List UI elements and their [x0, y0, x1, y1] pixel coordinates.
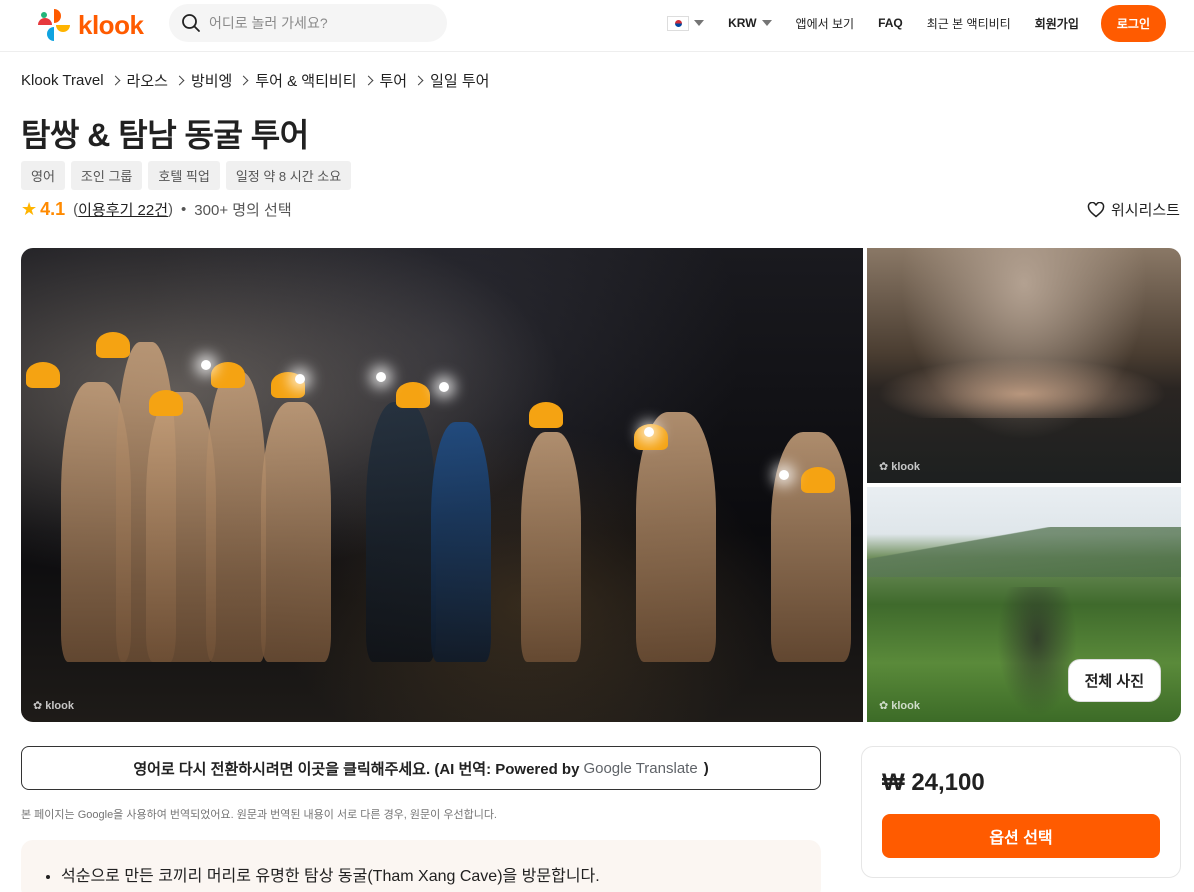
signup-link[interactable]: 회원가입	[1023, 15, 1091, 32]
breadcrumb-item[interactable]: 방비엥	[191, 70, 232, 91]
list-item: 석순으로 만든 코끼리 머리로 유명한 탐상 동굴(Tham Xang Cave…	[61, 862, 821, 886]
select-option-button[interactable]: 옵션 선택	[882, 814, 1160, 858]
watermark-text: klook	[891, 699, 920, 712]
tag-group: 조인 그룹	[70, 161, 143, 190]
chevron-right-icon	[363, 75, 373, 86]
chevron-down-icon	[761, 20, 772, 26]
cave-explorers-illustration	[21, 332, 863, 662]
breadcrumb-item[interactable]: 투어	[380, 70, 408, 91]
watermark: ✿ klook	[879, 699, 920, 713]
translate-close-paren: )	[703, 759, 709, 777]
rating-row: ★ 4.1 ( 이용후기 22건 ) • 300+ 명의 선택	[21, 199, 292, 220]
translate-toggle-button[interactable]: 영어로 다시 전환하시려면 이곳을 클릭해주세요. (AI 번역: Powere…	[21, 746, 821, 790]
klook-watermark-icon: ✿	[879, 700, 889, 712]
wishlist-label: 위시리스트	[1110, 202, 1180, 219]
translate-message: 영어로 다시 전환하시려면 이곳을 클릭해주세요. (AI 번역: Powere…	[133, 760, 580, 778]
klook-watermark-icon: ✿	[879, 461, 889, 473]
translation-notice: 본 페이지는 Google을 사용하여 번역되었어요. 원문과 번역된 내용이 …	[21, 809, 497, 821]
breadcrumb-item[interactable]: 투어 & 액티비티	[255, 70, 356, 91]
heart-icon	[1087, 201, 1105, 217]
klook-logo-icon	[38, 9, 70, 41]
korea-flag-icon	[667, 15, 690, 31]
highlights-list: 석순으로 만든 코끼리 머리로 유명한 탐상 동굴(Tham Xang Cave…	[43, 862, 821, 886]
search-icon	[182, 14, 200, 32]
tag-duration: 일정 약 8 시간 소요	[225, 161, 352, 190]
currency-label: KRW	[728, 16, 757, 30]
language-selector[interactable]	[655, 15, 716, 31]
watermark-text: klook	[45, 699, 74, 712]
mountain-illustration	[867, 527, 1181, 577]
brand-name: klook	[78, 9, 144, 40]
paren-close: )	[168, 201, 174, 218]
chevron-down-icon	[694, 20, 705, 26]
tag-language: 영어	[21, 161, 65, 190]
photo-cave-tubing[interactable]: ✿ klook	[867, 248, 1181, 483]
chevron-right-icon	[110, 75, 120, 86]
photo-hiking[interactable]: ✿ klook 전체 사진	[867, 487, 1181, 722]
watermark: ✿ klook	[33, 699, 74, 713]
klook-logo[interactable]: klook	[36, 7, 144, 43]
faq-link[interactable]: FAQ	[866, 16, 915, 30]
booked-count: 300+ 명의 선택	[194, 202, 292, 219]
search-input[interactable]	[209, 15, 429, 31]
currency-selector[interactable]: KRW	[716, 16, 783, 30]
google-translate-logo: Google Translate	[583, 759, 698, 777]
main-photo[interactable]: ✿ klook	[21, 248, 863, 722]
reviews-link[interactable]: 이용후기 22건	[78, 199, 168, 220]
app-link[interactable]: 앱에서 보기	[784, 15, 867, 32]
page-title: 탐쌍 & 탐남 동굴 투어	[21, 117, 309, 153]
separator-dot: •	[181, 201, 187, 218]
breadcrumb: Klook Travel 라오스 방비엥 투어 & 액티비티 투어 일일 투어	[21, 70, 489, 91]
watermark-text: klook	[891, 460, 920, 473]
breadcrumb-item[interactable]: 일일 투어	[430, 70, 489, 91]
top-nav: KRW 앱에서 보기 FAQ 최근 본 액티비티 회원가입 로그인	[655, 4, 1166, 42]
tag-pickup: 호텔 픽업	[148, 161, 220, 190]
hikers-illustration	[997, 587, 1077, 717]
login-button[interactable]: 로그인	[1100, 4, 1166, 42]
breadcrumb-item[interactable]: 라오스	[127, 70, 168, 91]
search-bar[interactable]	[169, 4, 447, 42]
chevron-right-icon	[413, 75, 424, 86]
chevron-right-icon	[174, 75, 185, 86]
activity-tags: 영어 조인 그룹 호텔 픽업 일정 약 8 시간 소요	[21, 161, 352, 190]
view-all-photos-button[interactable]: 전체 사진	[1067, 659, 1161, 702]
star-icon: ★	[21, 199, 38, 219]
rating-score: 4.1	[40, 199, 66, 219]
watermark: ✿ klook	[879, 460, 920, 474]
wishlist-button[interactable]: 위시리스트	[1087, 199, 1180, 220]
recent-activities-link[interactable]: 최근 본 액티비티	[915, 15, 1023, 32]
top-header: klook KRW 앱에서 보기 FAQ 최근 본 액티비티 회원가입 로그인	[0, 0, 1194, 52]
chevron-right-icon	[238, 75, 249, 86]
tubing-group-illustration	[877, 358, 1167, 418]
price-card: ₩ 24,100 옵션 선택	[861, 746, 1181, 878]
highlights-box: 석순으로 만든 코끼리 머리로 유명한 탐상 동굴(Tham Xang Cave…	[21, 840, 821, 892]
breadcrumb-item[interactable]: Klook Travel	[21, 72, 104, 89]
price-value: ₩ 24,100	[882, 769, 985, 796]
klook-watermark-icon: ✿	[33, 700, 43, 712]
